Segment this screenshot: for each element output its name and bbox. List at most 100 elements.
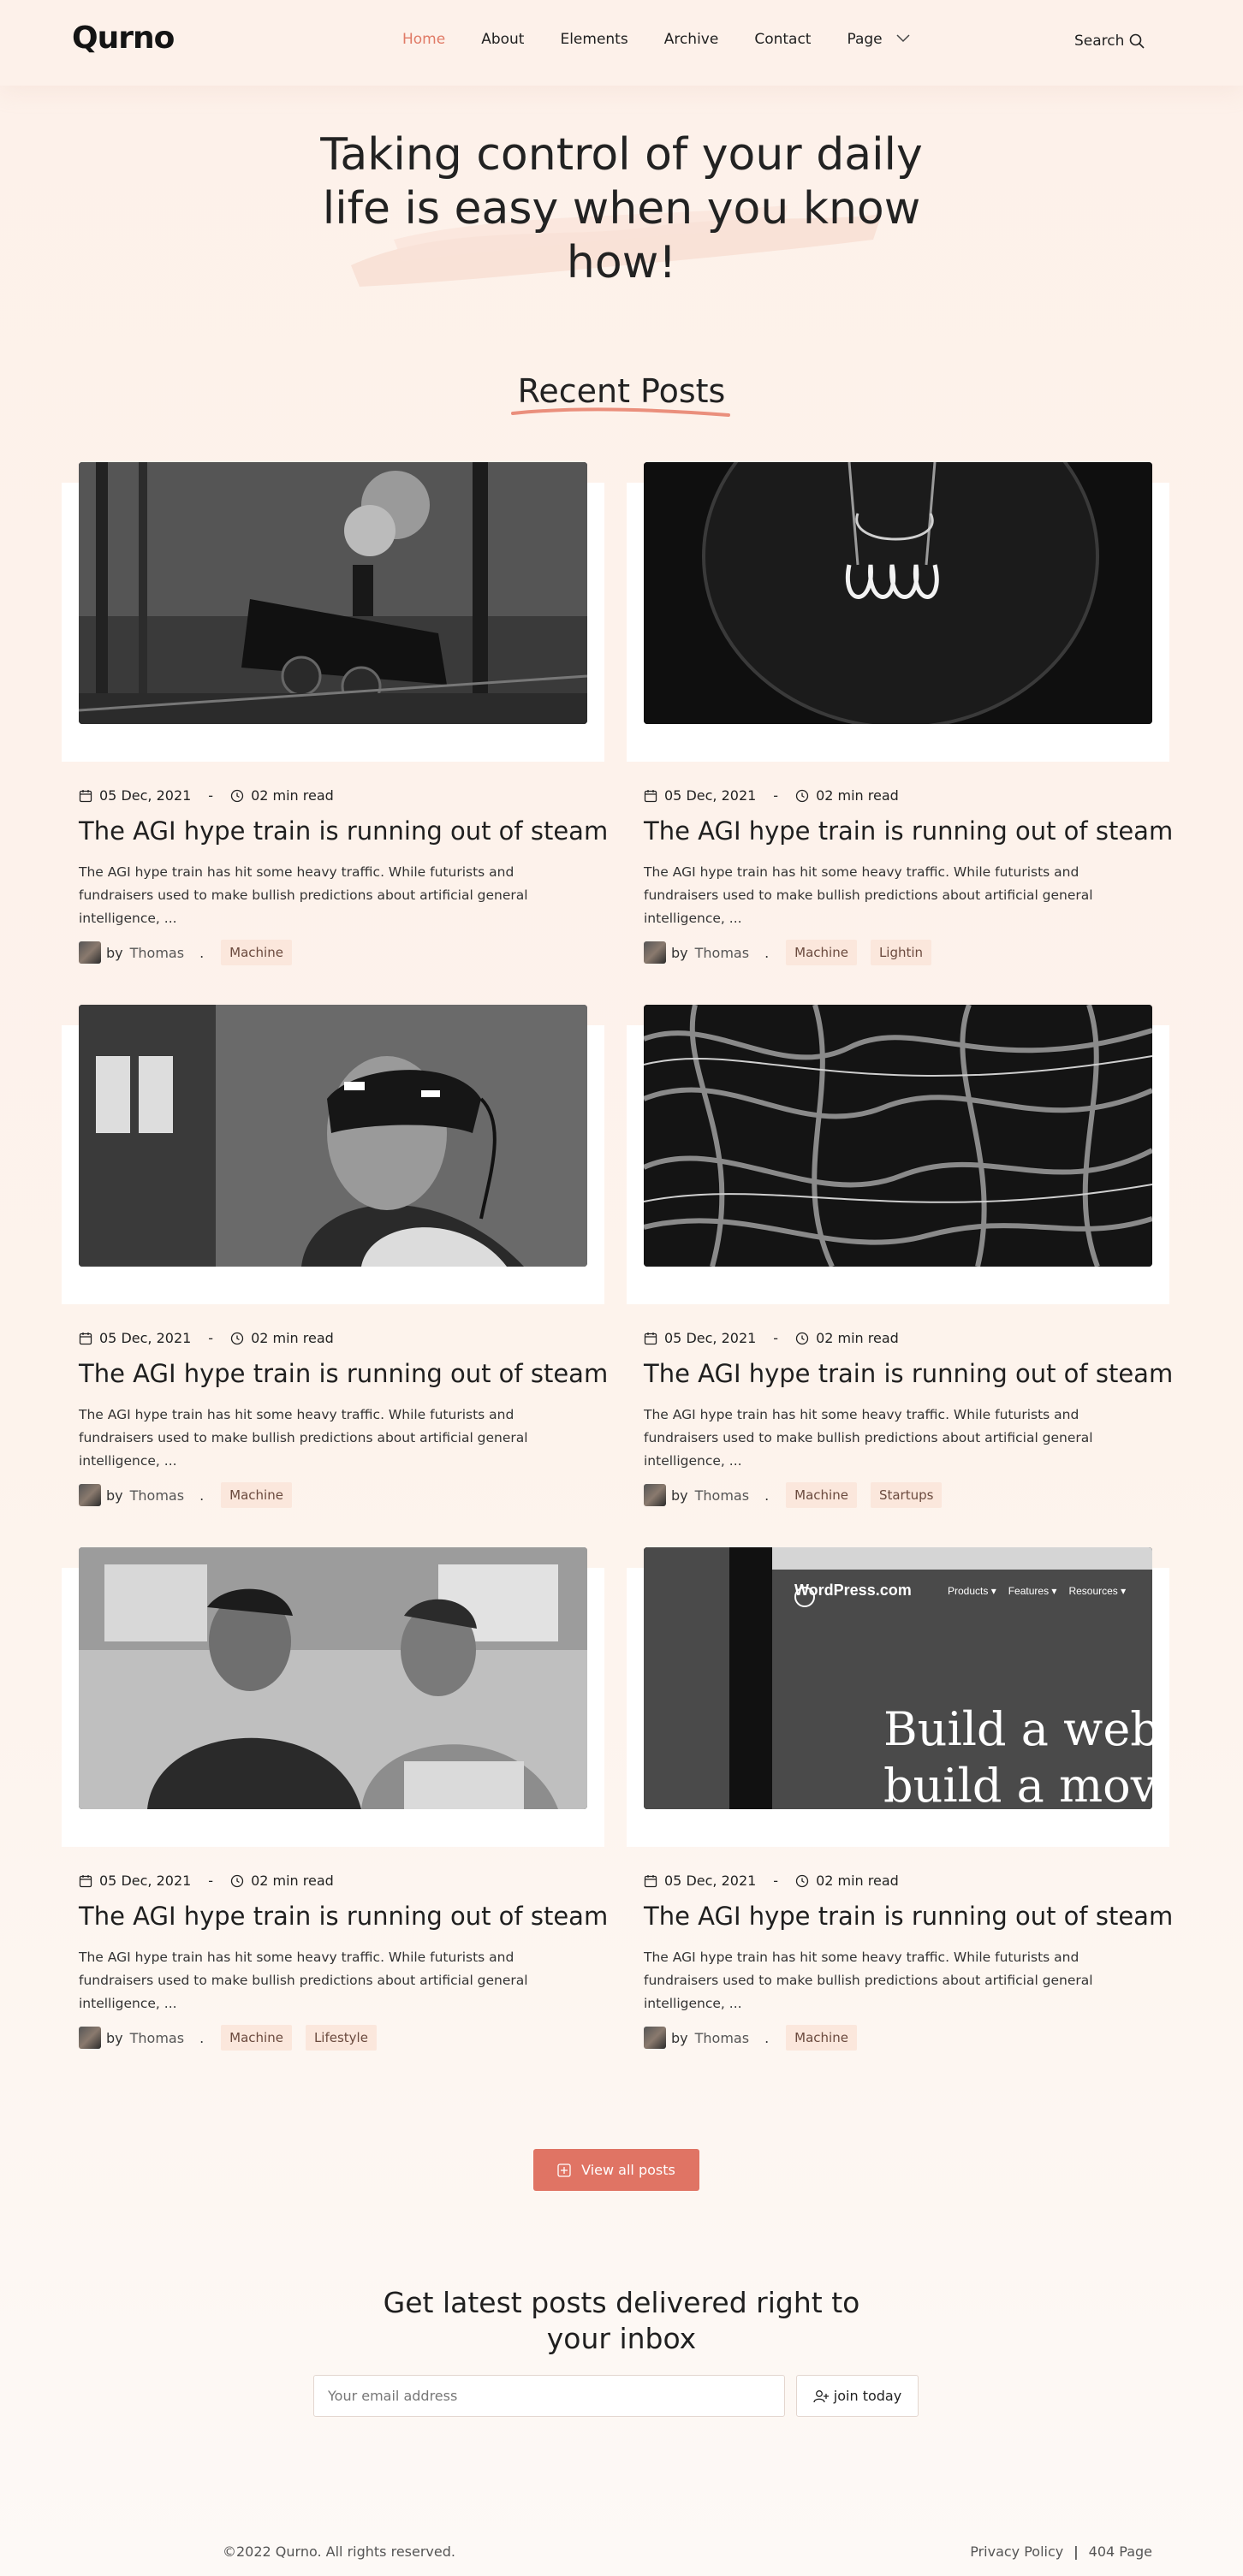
calendar-icon xyxy=(79,1874,92,1887)
wp-headline-line: Build a webs xyxy=(883,1702,1152,1756)
post-title[interactable]: The AGI hype train is running out of ste… xyxy=(79,1359,608,1388)
clock-icon xyxy=(795,1874,809,1887)
nav-item-page[interactable]: Page xyxy=(847,31,910,48)
email-field[interactable] xyxy=(313,2375,785,2417)
tag-lightin[interactable]: Lightin xyxy=(870,940,932,965)
author-name[interactable]: Thomas xyxy=(695,1487,749,1504)
read-time: 02 min read xyxy=(251,1873,334,1889)
chevron-down-icon xyxy=(896,33,910,45)
author-name[interactable]: Thomas xyxy=(695,945,749,961)
author-dot: . xyxy=(199,944,205,961)
calendar-icon xyxy=(644,789,657,802)
post-author: by Thomas. Machine xyxy=(79,1482,306,1508)
post-date: 05 Dec, 2021 xyxy=(99,1873,192,1889)
post-excerpt: The AGI hype train has hit some heavy tr… xyxy=(644,1950,1093,2011)
post-meta: 05 Dec, 2021- 02 min read xyxy=(644,1873,899,1889)
meta-separator: - xyxy=(773,787,779,804)
calendar-icon xyxy=(644,1874,657,1887)
nav-item-home[interactable]: Home xyxy=(402,31,445,48)
search-label: Search xyxy=(1074,33,1125,50)
tag-startups[interactable]: Startups xyxy=(870,1482,943,1508)
clock-icon xyxy=(230,1874,244,1887)
tag-machine[interactable]: Machine xyxy=(221,940,292,965)
404-page-link[interactable]: 404 Page xyxy=(1089,2543,1152,2560)
nav-item-elements[interactable]: Elements xyxy=(560,31,627,48)
post-card: 05 Dec, 2021- 02 min read The AGI hype tra… xyxy=(62,1547,608,2061)
post-title[interactable]: The AGI hype train is running out of ste… xyxy=(644,816,1173,846)
post-image-cables-photo[interactable] xyxy=(644,1005,1152,1267)
post-date: 05 Dec, 2021 xyxy=(664,1330,757,1346)
author-dot: . xyxy=(764,1487,770,1504)
by-label: by xyxy=(671,944,688,961)
post-author: by Thomas. Machine Lifestyle xyxy=(79,2025,390,2051)
recent-posts-heading: Recent Posts xyxy=(0,372,1243,417)
author-name[interactable]: Thomas xyxy=(130,1487,184,1504)
search-button[interactable]: Search xyxy=(1074,33,1145,50)
join-today-button[interactable]: join today xyxy=(796,2375,919,2417)
clock-icon xyxy=(795,789,809,802)
view-all-posts-button[interactable]: View all posts xyxy=(533,2149,699,2191)
wp-menu: Products ▾ Features ▾ Resources ▾ xyxy=(948,1585,1126,1597)
footer-separator: | xyxy=(1074,2543,1079,2560)
calendar-icon xyxy=(644,1332,657,1344)
newsletter-title: Get latest posts delivered right to your… xyxy=(383,2286,860,2355)
post-image-two-men-photo[interactable] xyxy=(79,1547,587,1809)
meta-separator: - xyxy=(773,1330,779,1346)
avatar xyxy=(79,941,101,964)
post-meta: 05 Dec, 2021- 02 min read xyxy=(644,1330,899,1346)
tag-machine[interactable]: Machine xyxy=(786,1482,857,1508)
clock-icon xyxy=(795,1332,809,1344)
nav-item-about[interactable]: About xyxy=(481,31,524,48)
author-dot: . xyxy=(199,1487,205,1504)
read-time: 02 min read xyxy=(816,1873,899,1889)
post-excerpt: The AGI hype train has hit some heavy tr… xyxy=(79,1407,528,1469)
read-time: 02 min read xyxy=(816,1330,899,1346)
read-time: 02 min read xyxy=(251,1330,334,1346)
post-meta: 05 Dec, 2021- 02 min read xyxy=(644,787,899,804)
join-label: join today xyxy=(833,2388,902,2404)
avatar xyxy=(79,1484,101,1506)
post-title[interactable]: The AGI hype train is running out of ste… xyxy=(644,1902,1173,1931)
tag-lifestyle[interactable]: Lifestyle xyxy=(305,2025,377,2051)
tag-machine[interactable]: Machine xyxy=(786,2025,857,2051)
post-title[interactable]: The AGI hype train is running out of ste… xyxy=(644,1359,1173,1388)
post-date: 05 Dec, 2021 xyxy=(664,787,757,804)
post-meta: 05 Dec, 2021- 02 min read xyxy=(79,1330,334,1346)
post-card: 05 Dec, 2021- 02 min read The AGI hype tra… xyxy=(627,1005,1173,1518)
nav-item-contact[interactable]: Contact xyxy=(754,31,811,48)
post-author: by Thomas. Machine xyxy=(79,940,306,965)
author-dot: . xyxy=(764,944,770,961)
tag-machine[interactable]: Machine xyxy=(786,940,857,965)
post-title[interactable]: The AGI hype train is running out of ste… xyxy=(79,816,608,846)
post-excerpt: The AGI hype train has hit some heavy tr… xyxy=(79,864,528,926)
post-meta: 05 Dec, 2021- 02 min read xyxy=(79,787,334,804)
post-excerpt: The AGI hype train has hit some heavy tr… xyxy=(79,1950,528,2011)
post-author: by Thomas. Machine Startups xyxy=(644,1482,955,1508)
nav-item-archive[interactable]: Archive xyxy=(664,31,719,48)
tag-machine[interactable]: Machine xyxy=(221,2025,292,2051)
read-time: 02 min read xyxy=(251,787,334,804)
calendar-icon xyxy=(79,1332,92,1344)
meta-separator: - xyxy=(208,1330,214,1346)
post-image-light-bulb-photo[interactable] xyxy=(644,462,1152,724)
post-author: by Thomas. Machine xyxy=(644,2025,871,2051)
footer-links: Privacy Policy | 404 Page xyxy=(970,2543,1152,2560)
author-name[interactable]: Thomas xyxy=(695,2030,749,2046)
post-image-vr-headset-photo[interactable] xyxy=(79,1005,587,1267)
view-all-label: View all posts xyxy=(581,2162,675,2178)
avatar xyxy=(79,2027,101,2049)
user-plus-icon xyxy=(813,2389,829,2402)
wp-menu-item: Features ▾ xyxy=(1008,1585,1057,1597)
tag-machine[interactable]: Machine xyxy=(221,1482,292,1508)
author-name[interactable]: Thomas xyxy=(130,945,184,961)
site-logo[interactable]: Qurno xyxy=(72,21,175,56)
post-title[interactable]: The AGI hype train is running out of ste… xyxy=(79,1902,608,1931)
post-image-wordpress-screen-photo[interactable]: WordPress.com Products ▾ Features ▾ Resourc… xyxy=(644,1547,1152,1809)
wp-headline-line: build a move xyxy=(883,1759,1152,1809)
author-name[interactable]: Thomas xyxy=(130,2030,184,2046)
post-excerpt: The AGI hype train has hit some heavy tr… xyxy=(644,864,1093,926)
post-image-steam-train-photo[interactable] xyxy=(79,462,587,724)
meta-separator: - xyxy=(208,787,214,804)
privacy-policy-link[interactable]: Privacy Policy xyxy=(970,2543,1063,2560)
avatar xyxy=(644,941,666,964)
